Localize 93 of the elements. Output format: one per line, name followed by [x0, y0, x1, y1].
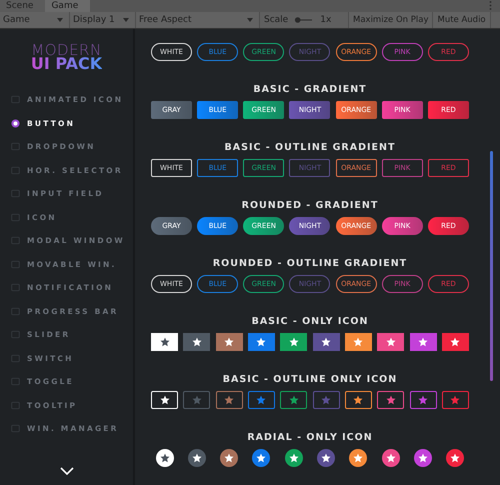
- star-icon: [418, 453, 428, 463]
- star-icon: [256, 337, 266, 347]
- logo-text: UI PACK: [30, 57, 102, 71]
- dot-icon: [11, 118, 20, 128]
- star-button[interactable]: [377, 391, 404, 409]
- round-star-button[interactable]: [414, 449, 432, 467]
- scrollbar-thumb[interactable]: [490, 151, 493, 381]
- star-icon: [288, 395, 299, 405]
- scale-slider[interactable]: [294, 17, 314, 23]
- square-icon: [11, 166, 20, 174]
- square-icon: [11, 330, 20, 339]
- star-button[interactable]: [312, 391, 340, 409]
- star-icon: [353, 337, 364, 347]
- star-button[interactable]: [248, 333, 275, 351]
- chevron-down-icon[interactable]: [60, 467, 74, 475]
- star-button[interactable]: [377, 333, 404, 351]
- caret-icon: [247, 18, 253, 22]
- star-icon: [321, 453, 332, 463]
- section-title: BASIC - OUTLINE GRADIENT: [224, 142, 396, 154]
- star-icon: [192, 453, 202, 463]
- star-icon: [321, 337, 332, 347]
- star-icon: [192, 337, 202, 347]
- star-icon: [192, 395, 202, 405]
- star-button[interactable]: [442, 333, 469, 351]
- round-star-button[interactable]: [446, 449, 464, 467]
- square-icon: [11, 306, 20, 316]
- caret-icon: [57, 18, 63, 22]
- square-icon: [11, 212, 20, 222]
- star-icon: [224, 453, 234, 463]
- square-icon: [11, 95, 20, 104]
- round-star-button[interactable]: [156, 449, 174, 467]
- star-button[interactable]: [183, 333, 210, 351]
- star-icon: [256, 395, 266, 405]
- star-button[interactable]: [216, 391, 243, 409]
- star-icon: [224, 395, 234, 405]
- star-icon: [160, 395, 170, 405]
- star-icon: [353, 453, 364, 463]
- star-button[interactable]: [312, 333, 340, 351]
- scale-value: 1x: [320, 15, 332, 25]
- round-star-button[interactable]: [382, 449, 400, 467]
- editor-tab[interactable]: Game: [45, 0, 90, 12]
- square-icon: [11, 400, 20, 410]
- star-button[interactable]: [442, 391, 469, 409]
- star-icon: [418, 395, 428, 405]
- star-button[interactable]: [410, 333, 437, 351]
- square-icon: [11, 424, 20, 433]
- star-icon: [160, 453, 170, 463]
- star-icon: [288, 337, 299, 347]
- star-icon: [386, 395, 396, 405]
- logo-text: MODERN: [31, 43, 102, 57]
- square-icon: [11, 260, 20, 268]
- square-icon: [11, 189, 20, 198]
- round-star-button[interactable]: [252, 449, 270, 467]
- section-title: BASIC - ONLY ICON: [250, 316, 370, 328]
- section-title: ROUNDED - GRADIENT: [240, 200, 380, 212]
- section-title: ROUNDED - OUTLINE GRADIENT: [212, 258, 408, 270]
- star-icon: [386, 453, 396, 463]
- star-button[interactable]: [410, 391, 437, 409]
- star-icon: [160, 337, 170, 347]
- scale-label: Scale: [264, 15, 288, 25]
- star-button[interactable]: [216, 333, 243, 351]
- star-icon: [450, 395, 460, 405]
- square-icon: [11, 354, 20, 362]
- star-button[interactable]: [280, 333, 308, 351]
- star-icon: [418, 337, 428, 347]
- round-star-button[interactable]: [284, 449, 303, 467]
- star-icon: [224, 337, 234, 347]
- round-star-button[interactable]: [317, 449, 336, 467]
- star-button[interactable]: [344, 333, 372, 351]
- star-icon: [321, 395, 332, 405]
- square-icon: [11, 377, 20, 386]
- section-title: RADIAL - ONLY ICON: [246, 432, 374, 444]
- round-star-button[interactable]: [220, 449, 238, 467]
- square-icon: [11, 283, 20, 292]
- caret-icon: [123, 18, 129, 22]
- editor-tab[interactable]: Scene: [0, 0, 46, 12]
- star-icon: [450, 453, 460, 463]
- star-button[interactable]: [151, 333, 178, 351]
- section-title: BASIC - OUTLINE ONLY ICON: [222, 374, 398, 386]
- star-button[interactable]: [344, 391, 372, 409]
- star-button[interactable]: [248, 391, 275, 409]
- star-icon: [288, 453, 299, 463]
- star-icon: [386, 337, 396, 347]
- round-star-button[interactable]: [188, 449, 206, 467]
- square-icon: [11, 142, 20, 151]
- star-icon: [256, 453, 266, 463]
- star-icon: [450, 337, 460, 347]
- star-button[interactable]: [280, 391, 308, 409]
- star-icon: [353, 395, 364, 405]
- round-star-button[interactable]: [349, 449, 368, 467]
- star-button[interactable]: [183, 391, 210, 409]
- section-title: BASIC - GRADIENT: [252, 84, 368, 96]
- square-icon: [11, 236, 20, 245]
